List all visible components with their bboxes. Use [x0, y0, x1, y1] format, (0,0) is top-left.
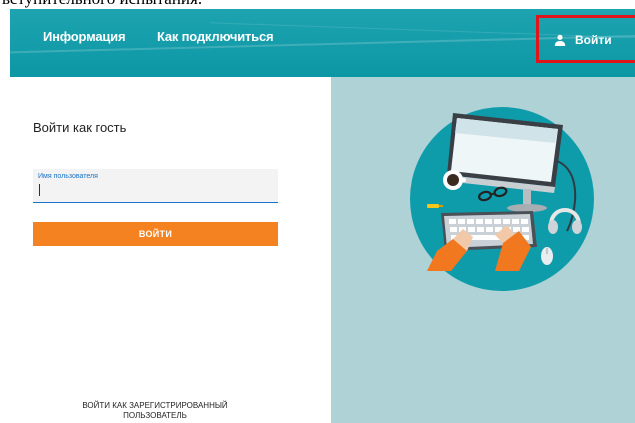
top-header: Информация Как подключиться Войти: [10, 9, 635, 77]
username-input[interactable]: [38, 183, 268, 199]
registered-login-link[interactable]: ВОЙТИ КАК ЗАРЕГИСТРИРОВАННЫЙ ПОЛЬЗОВАТЕЛ…: [50, 401, 260, 421]
login-panel: Войти как гость Имя пользователя ВОЙТИ В…: [10, 77, 331, 423]
laptop-workspace-illustration: [410, 107, 594, 291]
login-button[interactable]: Войти: [546, 28, 635, 51]
nav-info[interactable]: Информация: [43, 29, 126, 44]
login-highlight-box: Войти: [536, 15, 635, 63]
username-field[interactable]: Имя пользователя: [33, 169, 278, 203]
guest-login-button[interactable]: ВОЙТИ: [33, 222, 278, 246]
username-label: Имя пользователя: [38, 173, 98, 180]
mouse-icon: [541, 247, 553, 265]
user-icon: [554, 34, 566, 46]
illustration-panel: [331, 77, 635, 423]
nav-how-to-connect[interactable]: Как подключиться: [157, 29, 274, 44]
login-button-label: Войти: [575, 32, 612, 47]
text-caret: [39, 184, 40, 196]
guest-login-title: Войти как гость: [33, 120, 127, 135]
cropped-caption: вступительного испытания.: [0, 0, 635, 9]
